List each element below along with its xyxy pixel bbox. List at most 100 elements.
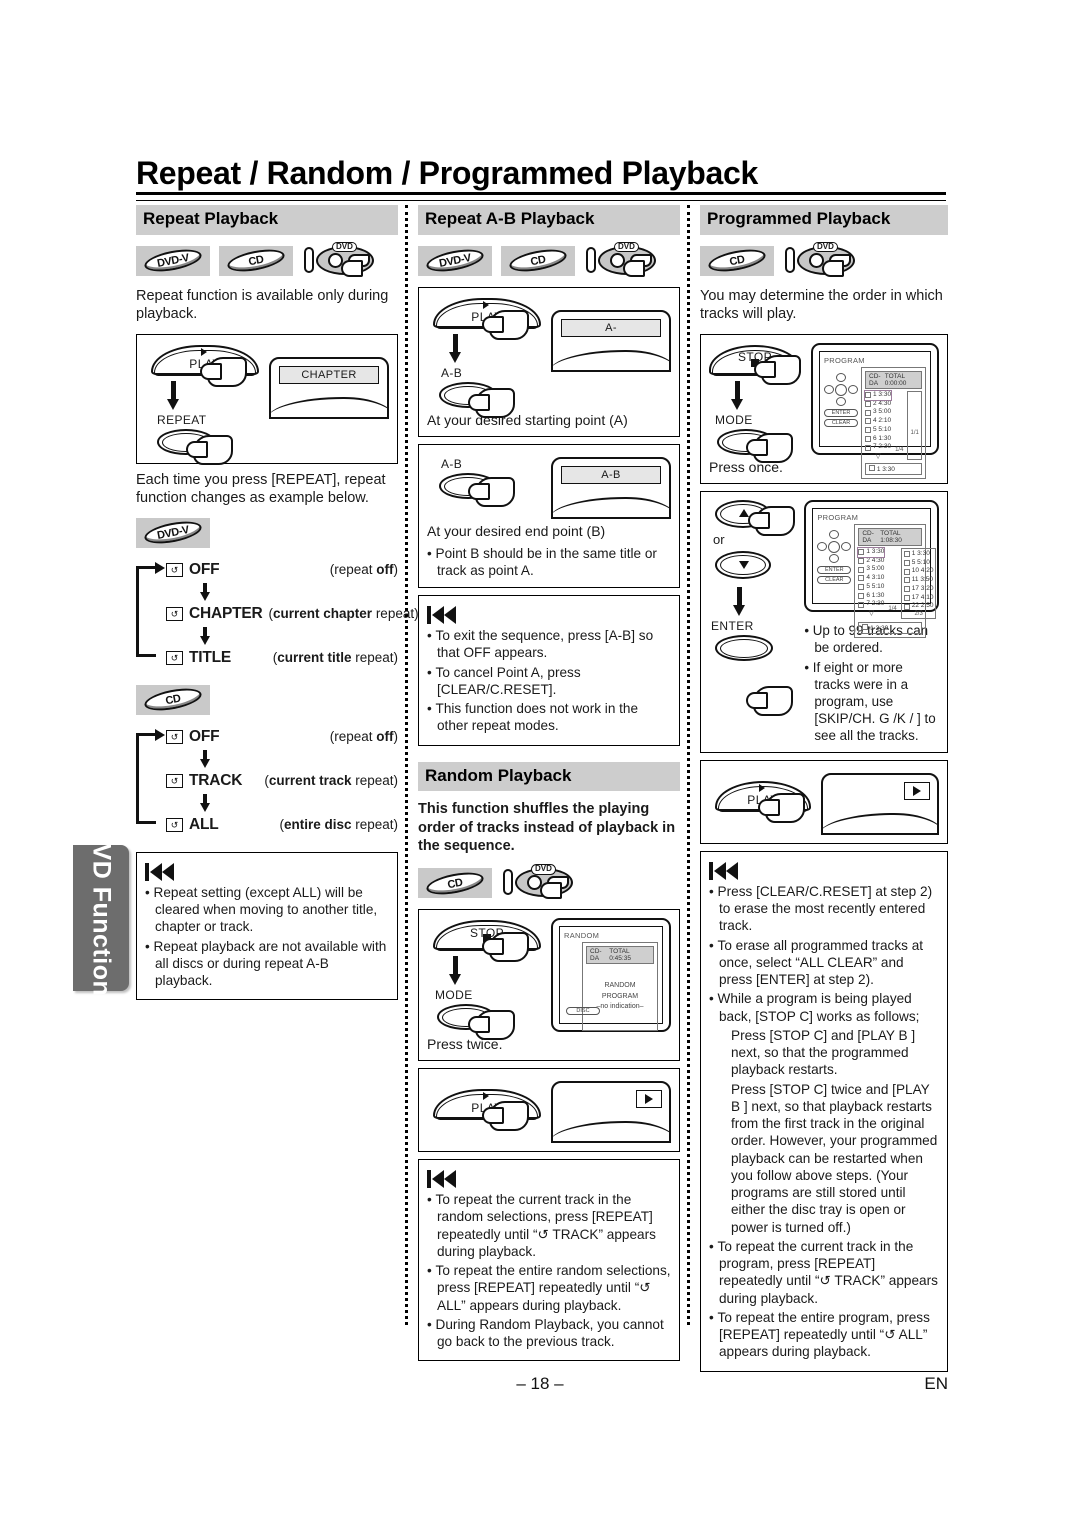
disc-badges-repeat: DVD-V CD DVD [136, 241, 398, 278]
tv-screen-program-play [821, 772, 939, 835]
repeat-icon: ↺ [166, 606, 183, 621]
osd-ab-text: A-B [561, 465, 661, 484]
figure-program-step2: or ENTER PROGRAM ENTER CLEAR CD-DA TOTAL… [700, 490, 948, 753]
repeat-after-figure-text: Each time you press [REPEAT], repeat fun… [136, 471, 386, 507]
disc-wand-icon: DVD [302, 241, 376, 278]
hand-pointer-icon [200, 356, 247, 387]
repeat-icon: ↺ [166, 817, 183, 832]
osd-program-footer-2: 1 3:30 [858, 622, 922, 635]
column-programmed-playback: Programmed Playback CD DVD You may deter… [700, 205, 948, 1384]
column-repeat-playback: Repeat Playback DVD-V CD DVD Repeat func… [136, 205, 419, 1012]
osd-random-bar: CD-DA TOTAL 0:45:35 [586, 946, 654, 965]
osd-track-row: 3 5:00 [865, 408, 891, 417]
osd-track-row: 2 4:30 [865, 400, 891, 409]
hand-pointer-icon-13 [758, 792, 805, 823]
hand-pointer-icon-9 [754, 354, 801, 385]
figure-repeat-step: PLAY REPEAT CHAPTER [136, 333, 398, 465]
osd-tracklist-2-left: 1 3:30 2 4:30 3 5:00 4 3:10 5 5:10 6 1:3… [857, 546, 886, 619]
cycle-loop-arrow-icon [136, 561, 165, 657]
osd-tracklist-1: 1 3:30 2 4:30 3 5:00 4 2:10 5 5:10 6 1:3… [863, 389, 893, 460]
disc-badge-cd-cycle: CD [136, 684, 398, 715]
osd-program-screen-1: PROGRAM ENTER CLEAR CD-DA TOTAL 0:00:00 … [811, 342, 939, 480]
play-icon [636, 1090, 662, 1109]
cycle-label-off: OFF [189, 560, 220, 578]
section-tab-dvd-functions: DVD Functions [73, 825, 129, 1011]
hand-pointer-icon-5 [468, 476, 515, 507]
note-item: To repeat the entire program, press [REP… [709, 1309, 939, 1361]
cd-disc-icon: CD [225, 245, 287, 276]
osd-program-disctype-2: CD-DA [862, 529, 874, 544]
section-heading-repeat-playback: Repeat Playback [136, 205, 398, 235]
note-item: Press [CLEAR/C.RESET] at step 2) to eras… [709, 883, 939, 935]
osd-clear-button-2: CLEAR [817, 575, 852, 584]
enter-button-label: ENTER [711, 618, 754, 633]
figure-random-step1: STOP MODE RANDOM CD-DA TOTAL 0:45:35 RAN… [418, 909, 680, 1062]
cycle-row-title: ↺ TITLE (current title repeat) [166, 645, 398, 671]
play-icon-2 [904, 781, 930, 800]
tv-screen-a: A- [551, 309, 671, 372]
osd-track-row: 4 2:10 [865, 417, 891, 426]
badge-cd-random: CD [418, 868, 492, 899]
dpad-icon [824, 372, 858, 407]
cycle-row-off: ↺ OFF (repeat off) [166, 557, 398, 583]
page-title: Repeat / Random / Programmed Playback [136, 155, 758, 191]
osd-program-right-1: 1/1 [907, 390, 922, 461]
cycle-desc-chapter: (current chapter repeat) [268, 606, 419, 622]
hand-pointer-icon-3 [482, 309, 529, 340]
hand-pointer-icon-8 [482, 1101, 529, 1132]
osd-program-bar-2: CD-DA TOTAL 1:08:30 [858, 527, 922, 546]
badge-dvd-v-ab: DVD-V [418, 245, 492, 276]
osd-program-title-2: PROGRAM [817, 512, 859, 522]
footer-page-number: – 18 – [516, 1374, 564, 1393]
badge-cd-programmed: CD [700, 245, 774, 276]
figure-ab-step1: PLAY A-B A- At your desired starting poi… [418, 286, 680, 437]
hand-pointer-icon-12 [746, 685, 793, 716]
osd-track-row: 1 3:30 [863, 389, 893, 401]
mode-button-label-prog: MODE [715, 412, 753, 427]
osd-track-row: 17 4:10 [903, 594, 933, 603]
figure-program-step1: STOP MODE PROGRAM ENTER CLEAR CD-DA TOTA… [700, 333, 948, 484]
mode-button-label: MODE [435, 988, 473, 1003]
wand-dvd-label-2: DVD [614, 241, 639, 253]
cycle-row-track: ↺ TRACK (current track repeat) [166, 768, 398, 794]
osd-random-line1: RANDOM PROGRAM [601, 982, 639, 1000]
badge-cd-cycle: CD [136, 684, 210, 715]
disc-badge-dvd-cycle: DVD-V [136, 517, 398, 548]
osd-program-total-2: TOTAL 1:08:30 [880, 529, 902, 544]
hand-pointer-icon-6 [482, 932, 529, 963]
osd-track-row: 7 2:30 [865, 443, 891, 452]
flow-arrow-icon-5 [733, 586, 745, 617]
enter-button-illustration [715, 634, 773, 661]
tv-screen-chapter: CHAPTER [269, 356, 389, 419]
repeat-icon: ↺ [166, 562, 183, 577]
osd-random-screen: RANDOM CD-DA TOTAL 0:45:35 RANDOM PROGRA… [551, 918, 671, 1033]
cd-disc-icon-4: CD [424, 868, 486, 898]
cycle-label-all: ALL [189, 815, 219, 833]
cd-disc-icon-5: CD [706, 245, 768, 276]
osd-track-row: 1 3:30 [857, 546, 886, 558]
figure-program-step3: PLAY [700, 759, 948, 844]
cycle-label-title: TITLE [189, 648, 232, 666]
ab-button-label: A-B [441, 365, 463, 380]
note-item: To repeat the current track in the progr… [709, 1238, 939, 1307]
note-item: While a program is being played back, [S… [709, 990, 939, 1025]
osd-track-row: 6 1:30 [858, 592, 884, 601]
osd-program-title-1: PROGRAM [824, 355, 865, 365]
osd-track-row: 4 3:10 [858, 574, 884, 583]
repeat-icon: ↺ [166, 773, 183, 788]
cycle-desc-off-cd: (repeat off) [329, 729, 398, 745]
skip-back-icon-4 [709, 861, 738, 880]
osd-page-indicator-1: 1/4 [895, 447, 904, 454]
caption-random-step1: Press twice. [427, 1036, 503, 1053]
note-subitem: Press [STOP C] and [PLAY B ] next, so th… [731, 1027, 916, 1078]
cycle-label-chapter: CHAPTER [189, 604, 263, 622]
osd-track-row: 11 3:50 [903, 576, 934, 585]
cycle-connector-2 [200, 626, 210, 645]
badge-cd-ab: CD [501, 245, 575, 276]
wand-dvd-label-3: DVD [531, 864, 556, 875]
column-divider-right [687, 205, 690, 1325]
repeat-button-label: REPEAT [157, 412, 207, 427]
cycle-connector-3 [200, 749, 210, 768]
figure-ab-step2: A-B A-B At your desired end point (B) • … [418, 443, 680, 589]
dpad-icon-2 [817, 529, 852, 564]
